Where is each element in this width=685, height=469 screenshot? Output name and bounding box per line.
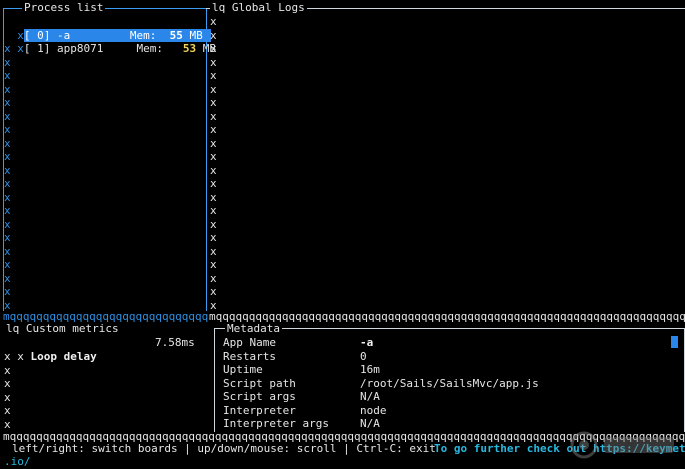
metadata-title: Metadata [225, 322, 282, 336]
scrollbar-thumb[interactable] [671, 336, 678, 348]
row-marker: x [4, 404, 11, 417]
row-marker: x [210, 42, 217, 55]
row-marker: x [210, 136, 217, 150]
metric-value: 7.58ms [155, 336, 195, 349]
row-marker: x [210, 69, 217, 82]
row-marker: x [4, 82, 11, 96]
metadata-key: App Name [223, 336, 276, 349]
metadata-value: node [360, 403, 387, 417]
metadata-value: N/A [360, 390, 380, 403]
watermark-logo [570, 431, 674, 459]
row-marker: x [210, 217, 217, 231]
mem-value: 53 [182, 41, 197, 55]
row-marker: x [4, 55, 11, 69]
row-marker: x [4, 217, 11, 231]
row-marker: x [4, 350, 11, 363]
process-list-empty-markers: xxxxxxxxxxxxxxxxxxxx [4, 42, 11, 312]
row-marker: x [4, 271, 11, 285]
row-marker: x [210, 96, 217, 109]
row-marker: x [210, 163, 217, 177]
row-marker: x [4, 258, 11, 271]
row-marker: x [4, 417, 11, 431]
row-marker: x [4, 150, 11, 163]
row-marker: x [4, 377, 11, 390]
process-row[interactable]: x[ 1] app8071 Mem: 53 MB [4, 28, 216, 55]
row-marker: x [210, 244, 217, 258]
metric-label: Loop delay [30, 349, 97, 363]
custom-metrics-markers: xxxxxx [4, 350, 11, 431]
metadata-key: Uptime [223, 363, 263, 376]
row-marker: x [210, 28, 217, 42]
metadata-key: Interpreter [223, 403, 296, 417]
metadata-value: N/A [360, 417, 380, 430]
row-marker: x [4, 190, 11, 204]
global-logs-markers: xxxxxxxxxxxxxxxxxxxxxx [210, 15, 217, 312]
row-marker: x [4, 96, 11, 109]
row-marker: x [4, 390, 11, 404]
row-marker: x [210, 177, 217, 190]
row-marker: x [4, 109, 11, 123]
row-marker: x [4, 244, 11, 258]
metadata-value: -a [360, 336, 374, 349]
process-id: [ 1] [23, 41, 51, 55]
row-marker: x [4, 163, 11, 177]
promo-link-tail: .io/ [4, 455, 31, 468]
row-marker: x [210, 271, 217, 285]
row-marker: x [4, 136, 11, 150]
row-marker: x [210, 285, 217, 298]
mem-label: Mem: [136, 41, 163, 55]
row-marker: x [4, 177, 11, 190]
row-marker: x [210, 82, 217, 96]
row-marker: x [17, 41, 24, 55]
row-marker: x [4, 363, 11, 377]
global-logs-title: lq Global Logs [210, 1, 307, 15]
metric-row-loop-delay: x Loop delay [17, 349, 97, 363]
custom-metrics-title: lq Custom metrics [4, 322, 121, 336]
row-marker: x [210, 190, 217, 204]
process-list-title: Process list [22, 1, 106, 15]
row-marker: x [210, 231, 217, 244]
metadata-key: Restarts [223, 349, 276, 363]
row-marker: x [4, 231, 11, 244]
metadata-value: /root/Sails/SailsMvc/app.js [360, 376, 539, 390]
metadata-value: 0 [360, 349, 367, 363]
row-marker: x [210, 204, 217, 217]
row-marker: x [210, 109, 217, 123]
metadata-key: Script args [223, 390, 296, 403]
help-text: left/right: switch boards | up/down/mous… [12, 442, 436, 455]
metadata-value: 16m [360, 363, 380, 376]
row-marker: x [4, 204, 11, 217]
row-marker: x [4, 285, 11, 298]
row-marker: x [210, 15, 217, 28]
row-marker: x [210, 258, 217, 271]
row-marker: x [210, 123, 217, 136]
metadata-key: Script path [223, 376, 296, 390]
metadata-key: Interpreter args [223, 417, 329, 430]
row-marker: x [4, 123, 11, 136]
row-marker: x [4, 69, 11, 82]
process-name: app8071 [57, 41, 104, 55]
row-marker: x [210, 150, 217, 163]
row-marker: x [4, 42, 11, 55]
row-marker: x [210, 55, 217, 69]
